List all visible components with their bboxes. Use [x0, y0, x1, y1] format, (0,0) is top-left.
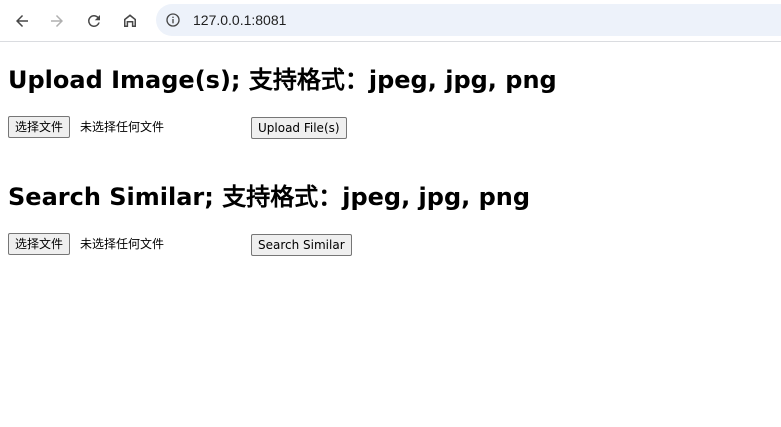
upload-choose-file-button[interactable]: 选择文件 — [8, 116, 71, 138]
upload-file-status: 未选择任何文件 — [80, 120, 165, 134]
browser-toolbar: 127.0.0.1:8081 — [0, 0, 781, 42]
home-icon — [124, 14, 136, 27]
search-file-status: 未选择任何文件 — [80, 237, 165, 251]
arrow-right-icon — [51, 15, 63, 27]
search-similar-button[interactable]: Search Similar — [251, 234, 352, 256]
arrow-left-icon — [16, 15, 28, 27]
info-icon[interactable] — [164, 11, 182, 29]
forward-button[interactable] — [43, 7, 71, 35]
url-text: 127.0.0.1:8081 — [193, 12, 287, 28]
search-choose-file-button[interactable]: 选择文件 — [8, 233, 71, 255]
reload-icon — [87, 14, 100, 27]
upload-title: Upload Image(s); 支持格式：jpeg, jpg, png — [8, 66, 557, 94]
reload-button[interactable] — [80, 7, 108, 35]
address-bar[interactable]: 127.0.0.1:8081 — [156, 4, 781, 36]
search-title: Search Similar; 支持格式：jpeg, jpg, png — [8, 183, 531, 211]
home-button[interactable] — [116, 7, 144, 35]
upload-files-button[interactable]: Upload File(s) — [251, 117, 347, 139]
back-button[interactable] — [8, 7, 36, 35]
